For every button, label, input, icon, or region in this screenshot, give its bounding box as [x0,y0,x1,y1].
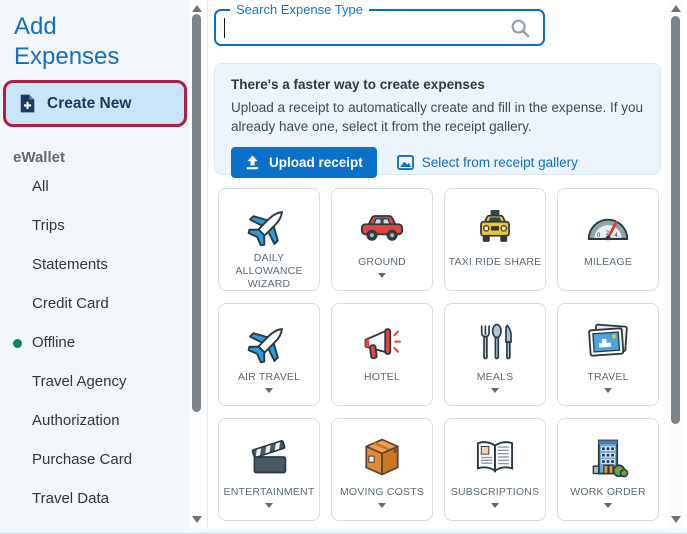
document-plus-icon [19,93,36,114]
chevron-down-icon[interactable] [604,503,612,508]
select-from-gallery-link[interactable]: Select from receipt gallery [397,155,578,170]
car-icon [360,202,404,252]
tile-travel[interactable]: TRAVEL [557,303,659,406]
tile-taxi-ride-share[interactable]: TAXI RIDE SHARE [444,188,546,291]
cutlery-icon [473,317,517,367]
sidebar-item-statements[interactable]: Statements [0,254,189,278]
sidebar-item-credit-card[interactable]: Credit Card [0,293,189,317]
sidebar-item-purchase-card[interactable]: Purchase Card [0,449,189,473]
main-scrollbar-thumb[interactable] [671,16,680,424]
search-icon[interactable] [509,17,531,39]
tile-daily-allowance-wizard[interactable]: DAILY ALLOWANCE WIZARD [218,188,320,291]
sidebar-item-all[interactable]: All [0,176,189,200]
expense-type-grid: DAILY ALLOWANCE WIZARD GROUND TAXI RIDE … [218,188,659,521]
text-cursor [224,18,225,38]
framed-picture-icon [586,317,630,367]
sidebar: Add Expenses Create New eWallet All Trip… [0,0,189,534]
image-gallery-icon [397,155,414,170]
taxi-icon [474,202,516,252]
chevron-down-icon[interactable] [378,503,386,508]
offline-status-dot [13,339,22,348]
dialog-bottom-edge [0,529,687,533]
tile-hotel[interactable]: HOTEL [331,303,433,406]
search-field: Search Expense Type [214,9,545,46]
airplane-icon [246,202,292,248]
tile-subscriptions[interactable]: SUBSCRIPTIONS [444,418,546,521]
tile-air-travel[interactable]: AIR TRAVEL [218,303,320,406]
chevron-down-icon[interactable] [265,388,273,393]
sidebar-item-trips[interactable]: Trips [0,215,189,239]
scroll-down-arrow-icon[interactable] [671,516,681,523]
chevron-down-icon[interactable] [378,273,386,278]
gauge-icon [586,202,630,252]
faster-way-banner: There's a faster way to create expenses … [214,63,661,175]
sidebar-item-travel-agency[interactable]: Travel Agency [0,371,189,395]
tile-moving-costs[interactable]: MOVING COSTS [331,418,433,521]
tile-ground[interactable]: GROUND [331,188,433,291]
search-input[interactable] [222,13,502,42]
chevron-down-icon[interactable] [604,388,612,393]
upload-icon [245,155,260,170]
banner-body: Upload a receipt to automatically create… [231,98,649,136]
create-new-label: Create New [47,95,131,113]
main-scrollbar[interactable] [669,0,682,534]
airplane-icon [246,317,292,367]
sidebar-scrollbar-thumb[interactable] [192,14,201,412]
tile-meals[interactable]: MEALS [444,303,546,406]
content-divider [207,0,208,534]
sidebar-scrollbar[interactable] [191,0,202,534]
moving-box-icon [361,432,403,482]
chevron-down-icon[interactable] [265,503,273,508]
sidebar-item-create-new[interactable]: Create New [3,80,187,127]
sidebar-item-travel-data[interactable]: Travel Data [0,488,189,512]
open-book-icon [472,432,518,482]
tile-mileage[interactable]: MILEAGE [557,188,659,291]
chevron-down-icon[interactable] [491,503,499,508]
upload-receipt-button[interactable]: Upload receipt [231,147,377,178]
tile-work-order[interactable]: WORK ORDER [557,418,659,521]
chevron-down-icon[interactable] [491,388,499,393]
clapperboard-icon [247,432,291,482]
megaphone-icon [360,317,404,367]
building-icon [586,432,630,482]
scroll-up-arrow-icon[interactable] [671,5,681,12]
add-expenses-dialog: Add Expenses Create New eWallet All Trip… [0,0,687,534]
banner-title: There's a faster way to create expenses [231,77,644,92]
sidebar-item-offline[interactable]: Offline [0,332,189,356]
scroll-up-arrow-icon[interactable] [192,5,202,12]
page-title: Add Expenses [14,12,149,72]
scroll-down-arrow-icon[interactable] [192,516,202,523]
sidebar-item-authorization[interactable]: Authorization [0,410,189,434]
ewallet-section-header: eWallet [13,149,65,166]
tile-entertainment[interactable]: ENTERTAINMENT [218,418,320,521]
